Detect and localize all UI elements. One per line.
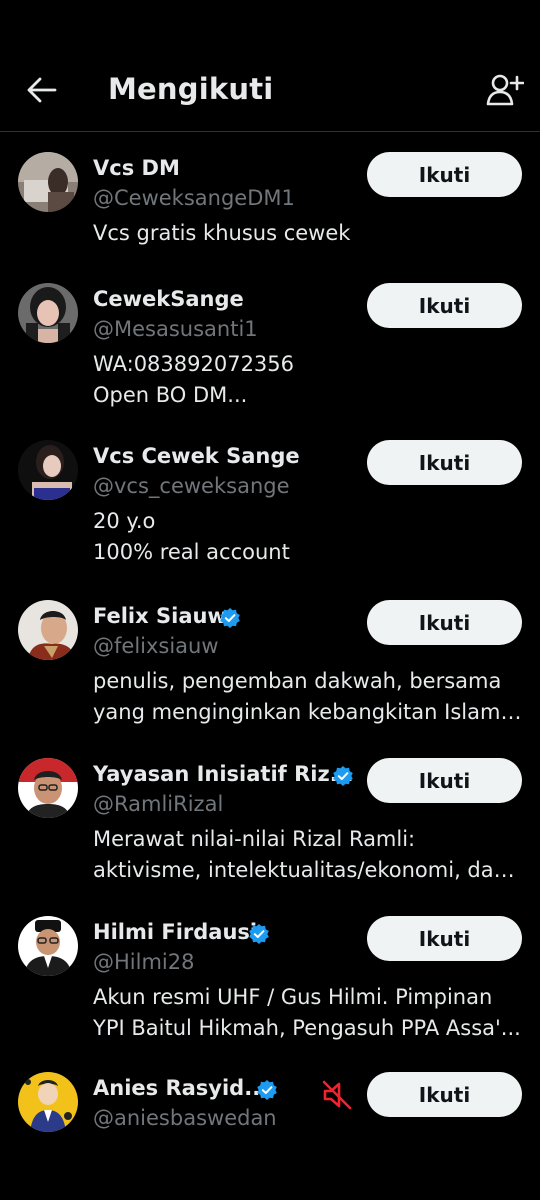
- follow-button[interactable]: Ikuti: [367, 916, 522, 961]
- bio-line: WA:083892072356: [93, 352, 295, 376]
- bio-line: Merawat nilai-nilai Rizal Ramli:: [93, 827, 416, 851]
- bio-line: yang menginginkan kebangkitan Islam, ...: [93, 700, 525, 724]
- avatar[interactable]: [18, 440, 78, 500]
- back-button[interactable]: [22, 70, 62, 110]
- username-handle[interactable]: @RamliRizal: [93, 792, 223, 816]
- avatar[interactable]: [18, 758, 78, 818]
- bio-line: Open BO DM...: [93, 383, 248, 407]
- avatar[interactable]: [18, 916, 78, 976]
- arrow-left-icon: [27, 77, 57, 103]
- bio-line: Vcs gratis khusus cewek: [93, 221, 351, 245]
- follow-button[interactable]: Ikuti: [367, 758, 522, 803]
- display-name[interactable]: Felix Siauw: [93, 604, 227, 628]
- verified-badge-icon: [220, 608, 240, 628]
- username-handle[interactable]: @felixsiauw: [93, 634, 219, 658]
- display-name[interactable]: Hilmi Firdausi: [93, 920, 257, 944]
- verified-badge-icon: [257, 1080, 277, 1100]
- avatar[interactable]: [18, 600, 78, 660]
- follow-button[interactable]: Ikuti: [367, 1072, 522, 1117]
- muted-speaker-icon: [322, 1080, 352, 1110]
- username-handle[interactable]: @aniesbaswedan: [93, 1106, 277, 1130]
- top-app-bar: Mengikuti: [0, 0, 540, 132]
- follow-button[interactable]: Ikuti: [367, 283, 522, 328]
- follow-button[interactable]: Ikuti: [367, 152, 522, 197]
- avatar[interactable]: [18, 1072, 78, 1132]
- bio-line: aktivisme, intelektualitas/ekonomi, dan.…: [93, 858, 525, 882]
- username-handle[interactable]: @vcs_ceweksange: [93, 474, 290, 498]
- follow-button[interactable]: Ikuti: [367, 600, 522, 645]
- verified-badge-icon: [333, 766, 353, 786]
- bio-line: YPI Baitul Hikmah, Pengasuh PPA Assa'...: [93, 1016, 521, 1040]
- add-user-button[interactable]: [484, 70, 526, 110]
- avatar[interactable]: [18, 283, 78, 343]
- username-handle[interactable]: @Mesasusanti1: [93, 317, 258, 341]
- verified-badge-icon: [249, 924, 269, 944]
- display-name[interactable]: Anies Rasyid...: [93, 1076, 268, 1100]
- username-handle[interactable]: @Hilmi28: [93, 950, 194, 974]
- avatar[interactable]: [18, 152, 78, 212]
- display-name[interactable]: Vcs Cewek Sange: [93, 444, 300, 468]
- bio-line: 100% real account: [93, 540, 290, 564]
- display-name[interactable]: Yayasan Inisiatif Riz...: [93, 762, 354, 786]
- bio-line: 20 y.o: [93, 509, 156, 533]
- display-name[interactable]: Vcs DM: [93, 156, 180, 180]
- display-name[interactable]: CewekSange: [93, 287, 244, 311]
- follow-button[interactable]: Ikuti: [367, 440, 522, 485]
- person-add-icon: [486, 74, 524, 106]
- page-title: Mengikuti: [108, 72, 274, 106]
- bio-line: Akun resmi UHF / Gus Hilmi. Pimpinan: [93, 985, 493, 1009]
- bio-line: penulis, pengemban dakwah, bersama: [93, 669, 502, 693]
- username-handle[interactable]: @CeweksangeDM1: [93, 186, 295, 210]
